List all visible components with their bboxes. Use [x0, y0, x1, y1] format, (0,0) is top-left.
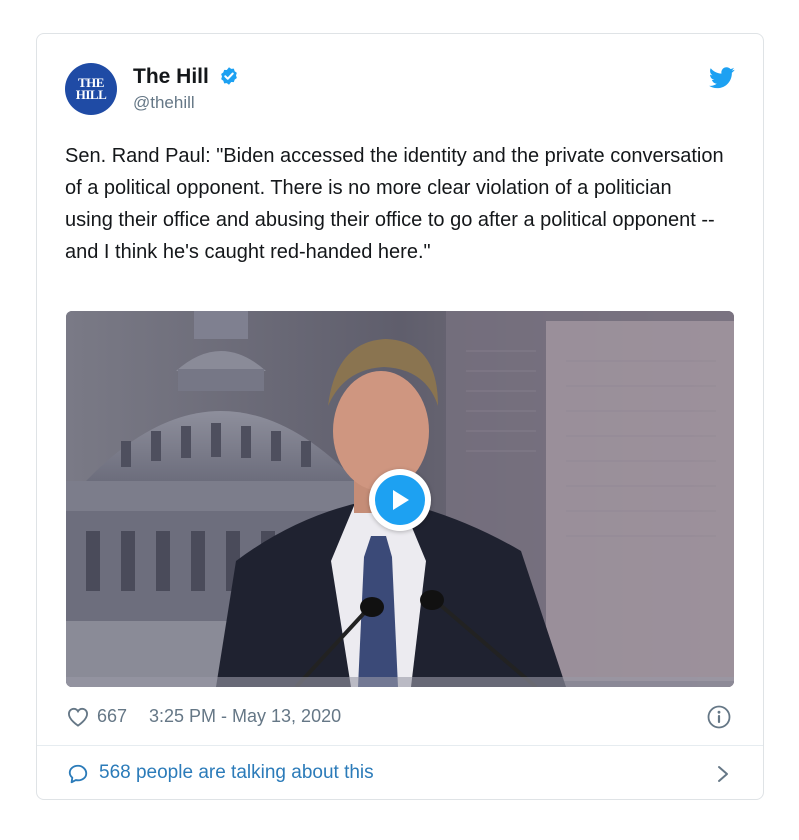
video-player[interactable] [66, 311, 734, 687]
timestamp[interactable]: 3:25 PM - May 13, 2020 [149, 706, 341, 727]
avatar-text-line2: HILL [75, 87, 107, 102]
speech-bubble-icon [68, 764, 88, 784]
tweet-embed-card: THE HILL The Hill @thehill Sen. Rand Pau… [36, 33, 764, 800]
heart-icon[interactable] [67, 707, 89, 727]
account-names[interactable]: The Hill @thehill [133, 65, 239, 113]
play-button[interactable] [369, 469, 431, 531]
twitter-bird-icon[interactable] [709, 67, 735, 89]
verified-badge-icon [221, 67, 238, 85]
avatar[interactable]: THE HILL [65, 63, 117, 115]
chevron-right-icon[interactable] [717, 765, 729, 783]
tweet-header: THE HILL The Hill @thehill [65, 61, 735, 121]
play-triangle [393, 490, 409, 510]
info-icon[interactable] [707, 705, 731, 729]
tweet-text: Sen. Rand Paul: "Biden accessed the iden… [65, 145, 724, 263]
display-name[interactable]: The Hill [133, 65, 209, 89]
account-handle[interactable]: @thehill [133, 93, 239, 113]
play-icon [375, 475, 425, 525]
talking-about-label[interactable]: 568 people are talking about this [99, 762, 374, 784]
like-count[interactable]: 667 [97, 706, 127, 727]
conversation-link[interactable]: 568 people are talking about this [65, 758, 735, 788]
divider [37, 745, 763, 746]
tweet-meta: 667 3:25 PM - May 13, 2020 [65, 702, 735, 732]
